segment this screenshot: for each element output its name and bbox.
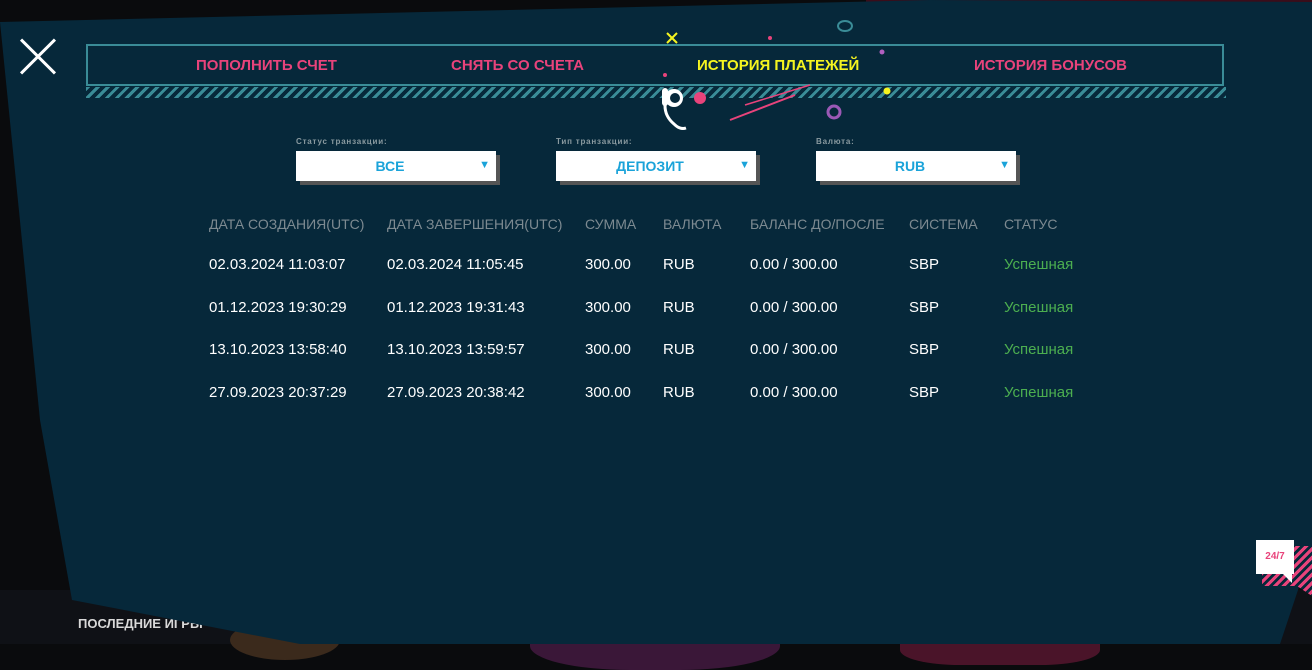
cell-amount: 300.00: [585, 384, 631, 401]
cell-system: SBP: [909, 384, 940, 401]
cell-completed: 27.09.2023 20:38:42: [387, 384, 525, 401]
status-filter-value: ВСЕ: [375, 158, 405, 174]
type-filter-value: ДЕПОЗИТ: [616, 158, 684, 174]
cell-completed: 01.12.2023 19:31:43: [387, 299, 525, 316]
cell-currency: RUB: [663, 384, 695, 401]
status-filter-label: Статус транзакции:: [296, 137, 388, 146]
column-header-amount: СУММА: [585, 216, 637, 232]
cell-system: SBP: [909, 341, 940, 358]
cell-system: SBP: [909, 299, 940, 316]
cell-created: 27.09.2023 20:37:29: [209, 384, 347, 401]
tab-bonus-history[interactable]: ИСТОРИЯ БОНУСОВ: [974, 57, 1127, 74]
cell-status: Успешная: [1004, 341, 1074, 358]
cell-amount: 300.00: [585, 299, 631, 316]
cell-currency: RUB: [663, 299, 695, 316]
cell-status: Успешная: [1004, 256, 1074, 273]
support-chat-button[interactable]: 24/7: [1256, 540, 1312, 602]
chat-bubble-tail: [1282, 573, 1292, 583]
payment-modal: ПОПОЛНИТЬ СЧЕТ СНЯТЬ СО СЧЕТА ИСТОРИЯ ПЛ…: [0, 0, 1312, 644]
cell-currency: RUB: [663, 341, 695, 358]
tab-withdraw[interactable]: СНЯТЬ СО СЧЕТА: [451, 57, 584, 74]
cell-created: 13.10.2023 13:58:40: [209, 341, 347, 358]
cell-balance: 0.00 / 300.00: [750, 256, 838, 273]
cell-currency: RUB: [663, 256, 695, 273]
chevron-down-icon: ▼: [739, 159, 750, 171]
chevron-down-icon: ▼: [999, 159, 1010, 171]
cell-completed: 13.10.2023 13:59:57: [387, 341, 525, 358]
cell-status: Успешная: [1004, 299, 1074, 316]
cell-amount: 300.00: [585, 256, 631, 273]
cell-created: 01.12.2023 19:30:29: [209, 299, 347, 316]
cell-amount: 300.00: [585, 341, 631, 358]
cell-balance: 0.00 / 300.00: [750, 384, 838, 401]
cell-status: Успешная: [1004, 384, 1074, 401]
currency-filter-select[interactable]: RUB ▼: [816, 151, 1016, 181]
chat-label: 24/7: [1265, 551, 1285, 562]
currency-filter-label: Валюта:: [816, 137, 855, 146]
chevron-down-icon: ▼: [479, 159, 490, 171]
type-filter-select[interactable]: ДЕПОЗИТ ▼: [556, 151, 756, 181]
cell-system: SBP: [909, 256, 940, 273]
close-icon[interactable]: [18, 36, 58, 76]
column-header-created: ДАТА СОЗДАНИЯ(UTC): [209, 216, 365, 232]
cell-created: 02.03.2024 11:03:07: [209, 256, 346, 273]
status-filter-select[interactable]: ВСЕ ▼: [296, 151, 496, 181]
currency-filter-value: RUB: [894, 158, 926, 174]
column-header-status: СТАТУС: [1004, 216, 1058, 232]
tab-deposit[interactable]: ПОПОЛНИТЬ СЧЕТ: [196, 57, 337, 74]
column-header-balance: БАЛАНС ДО/ПОСЛЕ: [750, 216, 885, 232]
column-header-system: СИСТЕМА: [909, 216, 978, 232]
cell-balance: 0.00 / 300.00: [750, 341, 838, 358]
column-header-currency: ВАЛЮТА: [663, 216, 722, 232]
type-filter-label: Тип транзакции:: [556, 137, 633, 146]
astronaut-icon: [662, 88, 687, 130]
column-header-completed: ДАТА ЗАВЕРШЕНИЯ(UTC): [387, 216, 563, 232]
cell-balance: 0.00 / 300.00: [750, 299, 838, 316]
cell-completed: 02.03.2024 11:05:45: [387, 256, 524, 273]
